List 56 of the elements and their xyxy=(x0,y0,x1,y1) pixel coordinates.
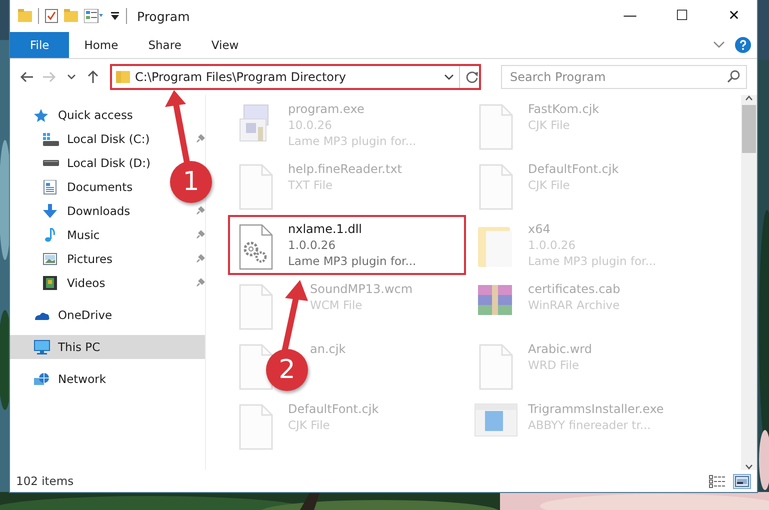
file-name[interactable]: nxlame.1.dll xyxy=(288,222,416,236)
item-count: 102 items xyxy=(16,474,75,488)
large-icons-view-icon xyxy=(735,476,749,486)
ribbon-tab[interactable]: View xyxy=(196,32,254,58)
nav-item[interactable]: Documents xyxy=(10,175,168,199)
details-view-icon xyxy=(709,474,725,488)
scroll-up-icon[interactable] xyxy=(745,95,753,101)
help-icon[interactable] xyxy=(735,37,751,53)
ribbon-tab[interactable]: Share xyxy=(133,32,196,58)
details-view-button[interactable] xyxy=(707,472,727,490)
back-arrow-icon xyxy=(20,71,34,83)
drive-icon xyxy=(43,132,59,146)
nav-item[interactable]: OneDrive xyxy=(10,303,205,327)
nav-item[interactable]: Network xyxy=(10,367,205,391)
search-icon xyxy=(727,70,740,83)
star-icon xyxy=(34,108,50,122)
address-field[interactable]: C:\Program Files\Program Directory xyxy=(110,64,481,90)
properties-icon[interactable] xyxy=(45,9,58,23)
close-button[interactable]: ✕ xyxy=(711,0,757,32)
chevron-down-icon[interactable] xyxy=(444,74,454,80)
nav-item[interactable]: Local Disk (C:) xyxy=(10,127,168,151)
large-icons-view-button[interactable] xyxy=(733,474,751,488)
window-title: Program xyxy=(137,8,191,24)
file-detail: 1.0.0.26 xyxy=(288,238,337,252)
ribbon-tab[interactable]: File xyxy=(10,32,70,58)
forward-arrow-icon xyxy=(42,71,56,83)
file-detail: Lame MP3 plugin for... xyxy=(288,254,416,268)
nav-item[interactable]: Videos xyxy=(10,271,168,295)
up-arrow-icon xyxy=(87,70,99,84)
network-icon xyxy=(34,372,50,386)
layout-icon[interactable] xyxy=(84,9,104,23)
scrollbar[interactable] xyxy=(741,95,757,470)
search-field[interactable]: Search Program xyxy=(501,65,747,89)
customize-icon[interactable] xyxy=(110,10,120,22)
download-icon xyxy=(43,204,59,218)
maximize-button[interactable]: ☐ xyxy=(659,0,705,32)
computer-icon xyxy=(34,340,50,354)
nav-item[interactable]: Downloads xyxy=(10,199,168,223)
scroll-down-icon[interactable] xyxy=(745,464,753,470)
film-icon xyxy=(43,276,59,290)
nav-item[interactable]: Local Disk (D:) xyxy=(10,151,168,175)
nav-item[interactable]: Pictures xyxy=(10,247,168,271)
installer-icon xyxy=(474,403,518,437)
picture-icon xyxy=(43,252,59,266)
folder-icon xyxy=(116,70,130,84)
drive-icon xyxy=(43,160,59,166)
expand-ribbon-icon[interactable] xyxy=(713,41,725,49)
nav-item[interactable]: Quick access xyxy=(10,103,205,127)
minimize-button[interactable]: — xyxy=(607,0,653,32)
document-icon xyxy=(43,180,59,194)
chevron-down-icon xyxy=(66,74,76,80)
refresh-icon[interactable] xyxy=(465,70,479,84)
scroll-thumb[interactable] xyxy=(742,105,756,153)
ribbon-tab[interactable]: Home xyxy=(69,32,134,58)
nav-item[interactable]: Music xyxy=(10,223,168,247)
nav-item[interactable]: This PC xyxy=(10,335,205,359)
